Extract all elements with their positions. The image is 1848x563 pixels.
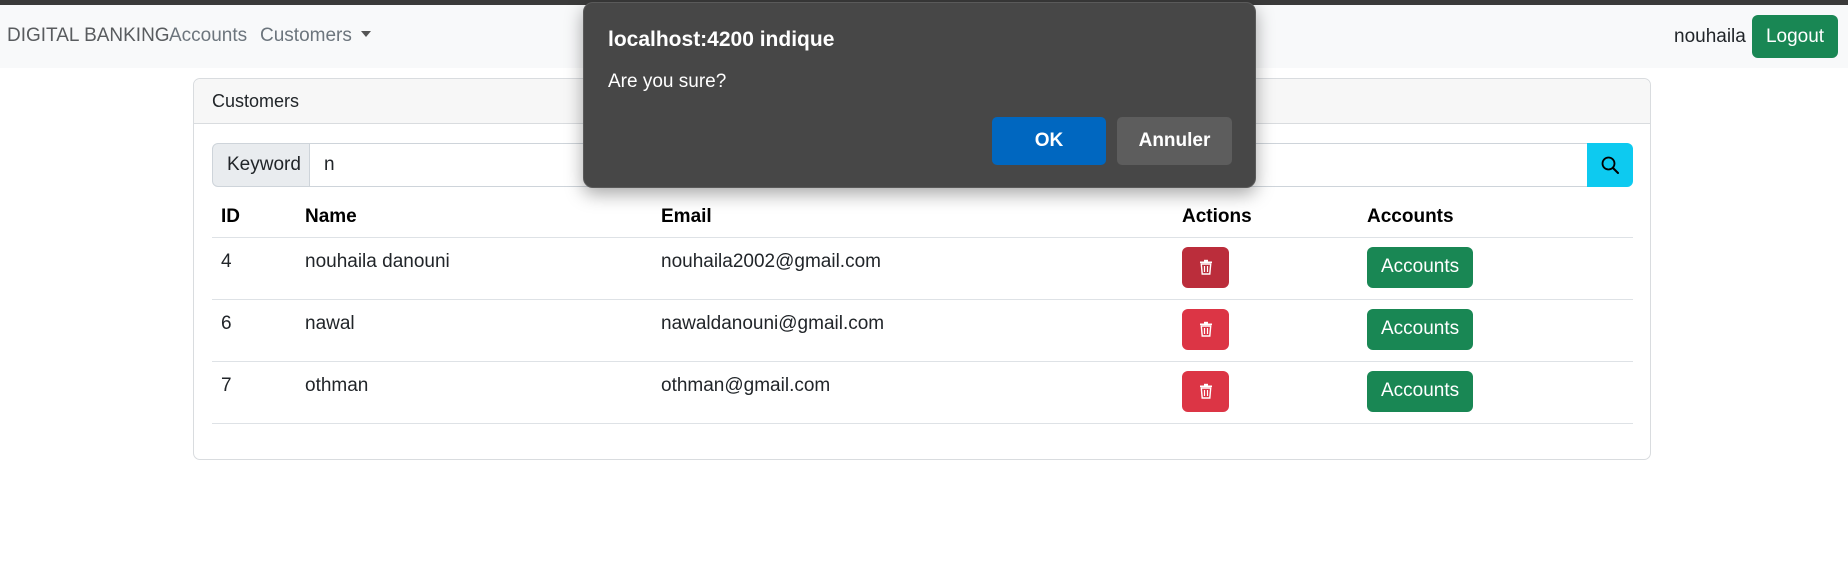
search-icon — [1601, 156, 1619, 174]
dialog-ok-button[interactable]: OK — [992, 117, 1106, 165]
logout-button[interactable]: Logout — [1752, 15, 1838, 58]
username-label: nouhaila — [1674, 26, 1746, 47]
confirm-dialog: localhost:4200 indique Are you sure? OK … — [583, 2, 1256, 188]
dialog-cancel-button[interactable]: Annuler — [1117, 117, 1232, 165]
cell-email: nawaldanouni@gmail.com — [652, 299, 1173, 362]
table-row: 4 nouhaila danouni nouhaila2002@gmail.co… — [212, 237, 1633, 300]
cell-name: nawal — [296, 299, 652, 362]
customers-table: ID Name Email Actions Accounts 4 nouhail… — [212, 197, 1633, 424]
nav-link-accounts[interactable]: Accounts — [169, 25, 247, 47]
caret-down-icon — [360, 31, 371, 37]
nav-customers-label: Customers — [260, 25, 352, 46]
dialog-message: Are you sure? — [608, 71, 727, 92]
cell-actions — [1173, 361, 1358, 424]
cell-email: nouhaila2002@gmail.com — [652, 237, 1173, 300]
cell-name: nouhaila danouni — [296, 237, 652, 300]
table-row: 6 nawal nawaldanouni@gmail.com Accounts — [212, 299, 1633, 362]
delete-button[interactable] — [1182, 308, 1229, 350]
navbar-brand[interactable]: DIGITAL BANKING — [7, 25, 170, 47]
header-email: Email — [652, 197, 1173, 238]
cell-email: othman@gmail.com — [652, 361, 1173, 424]
cell-accounts: Accounts — [1358, 237, 1633, 300]
header-accounts: Accounts — [1358, 197, 1633, 238]
delete-button[interactable] — [1182, 246, 1229, 288]
cell-accounts: Accounts — [1358, 361, 1633, 424]
table-row: 7 othman othman@gmail.com Accounts — [212, 361, 1633, 424]
table-header-row: ID Name Email Actions Accounts — [212, 197, 1633, 238]
nav-dropdown-customers[interactable]: Customers — [260, 25, 371, 47]
cell-name: othman — [296, 361, 652, 424]
cell-actions — [1173, 299, 1358, 362]
header-actions: Actions — [1173, 197, 1358, 238]
accounts-button[interactable]: Accounts — [1367, 246, 1474, 288]
cell-id: 6 — [212, 299, 296, 362]
cell-id: 4 — [212, 237, 296, 300]
accounts-button[interactable]: Accounts — [1367, 308, 1474, 350]
header-name: Name — [296, 197, 652, 238]
header-id: ID — [212, 197, 296, 238]
trash-icon — [1199, 383, 1212, 399]
search-button[interactable] — [1587, 143, 1633, 187]
cell-actions — [1173, 237, 1358, 300]
keyword-label: Keyword — [212, 143, 310, 187]
cell-id: 7 — [212, 361, 296, 424]
trash-icon — [1199, 321, 1212, 337]
cell-accounts: Accounts — [1358, 299, 1633, 362]
delete-button[interactable] — [1182, 370, 1229, 412]
trash-icon — [1199, 259, 1212, 275]
accounts-button[interactable]: Accounts — [1367, 370, 1474, 412]
dialog-title: localhost:4200 indique — [608, 28, 835, 51]
